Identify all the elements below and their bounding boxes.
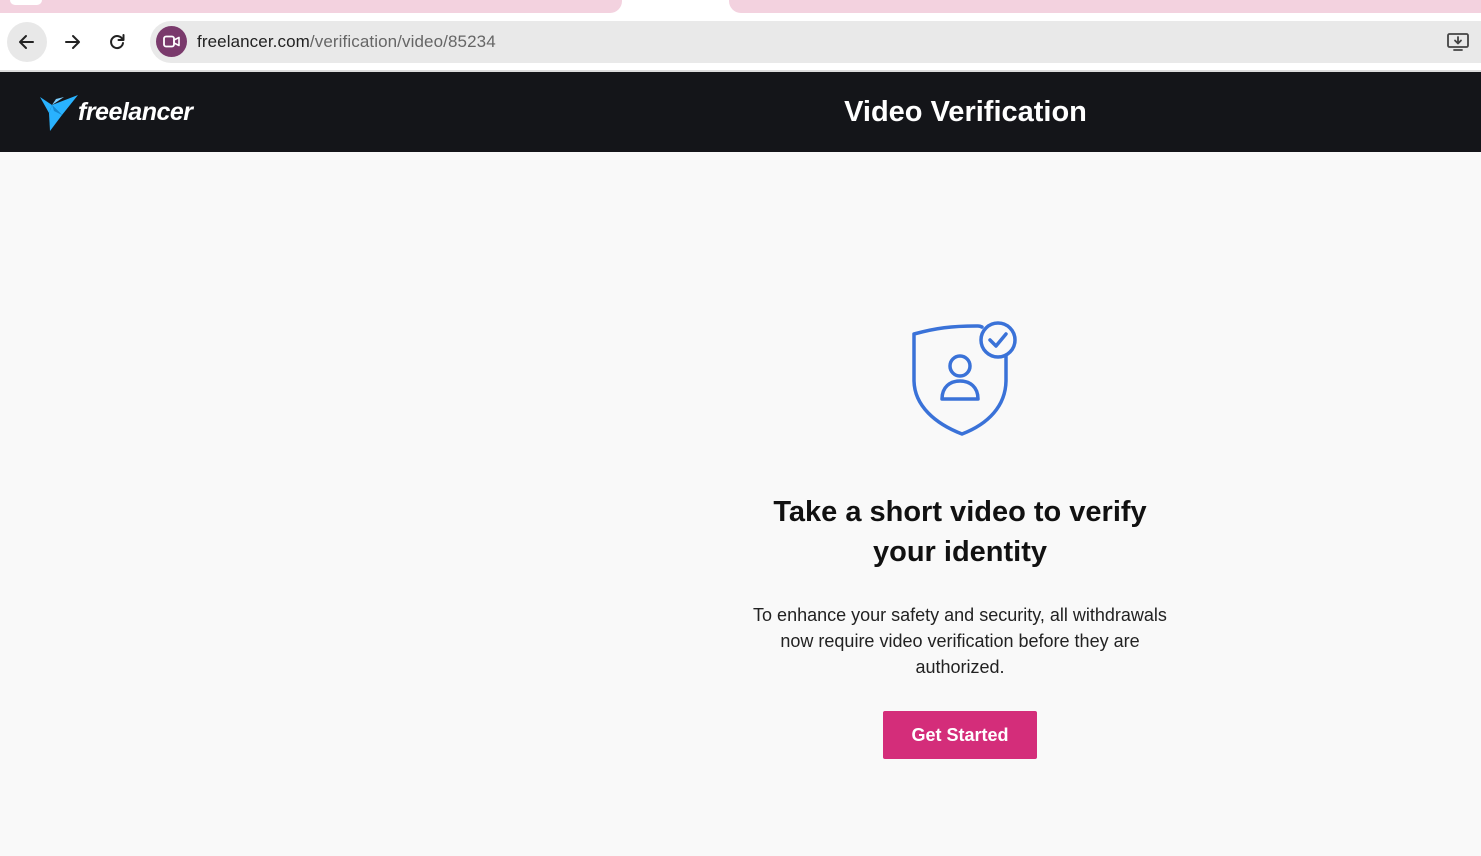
install-app-icon[interactable] <box>1447 32 1469 52</box>
tab-strip <box>0 0 1481 13</box>
tab-nub <box>10 0 42 5</box>
main-content: Take a short video to verify your identi… <box>0 152 1481 856</box>
get-started-button[interactable]: Get Started <box>883 711 1037 759</box>
arrow-right-icon <box>65 35 80 49</box>
reload-icon <box>110 34 125 50</box>
site-header: Video Verification freelancer <box>0 72 1481 152</box>
address-bar[interactable]: freelancer.com/verification/video/85234 <box>150 21 1481 63</box>
reload-button[interactable] <box>97 22 137 62</box>
page-title: Video Verification <box>844 95 1087 128</box>
forward-button[interactable] <box>52 22 92 62</box>
logo-text: freelancer <box>78 97 193 126</box>
verification-headline: Take a short video to verify your identi… <box>773 496 1147 568</box>
shield-user-check-icon <box>912 321 1017 436</box>
freelancer-bird-icon <box>40 95 78 131</box>
video-camera-icon <box>163 35 180 48</box>
verification-description: To enhance your safety and security, all… <box>753 605 1167 677</box>
browser-toolbar: freelancer.com/verification/video/85234 <box>0 13 1481 71</box>
freelancer-logo[interactable]: freelancer <box>38 90 193 134</box>
browser-tab-right[interactable] <box>729 0 1481 13</box>
back-button[interactable] <box>7 22 47 62</box>
url-text[interactable]: freelancer.com/verification/video/85234 <box>197 32 496 52</box>
browser-tab-left[interactable] <box>0 0 622 13</box>
url-path: /verification/video/85234 <box>309 32 496 51</box>
url-domain: freelancer.com <box>197 32 310 51</box>
arrow-left-icon <box>19 35 34 49</box>
site-info-button[interactable] <box>156 26 187 57</box>
